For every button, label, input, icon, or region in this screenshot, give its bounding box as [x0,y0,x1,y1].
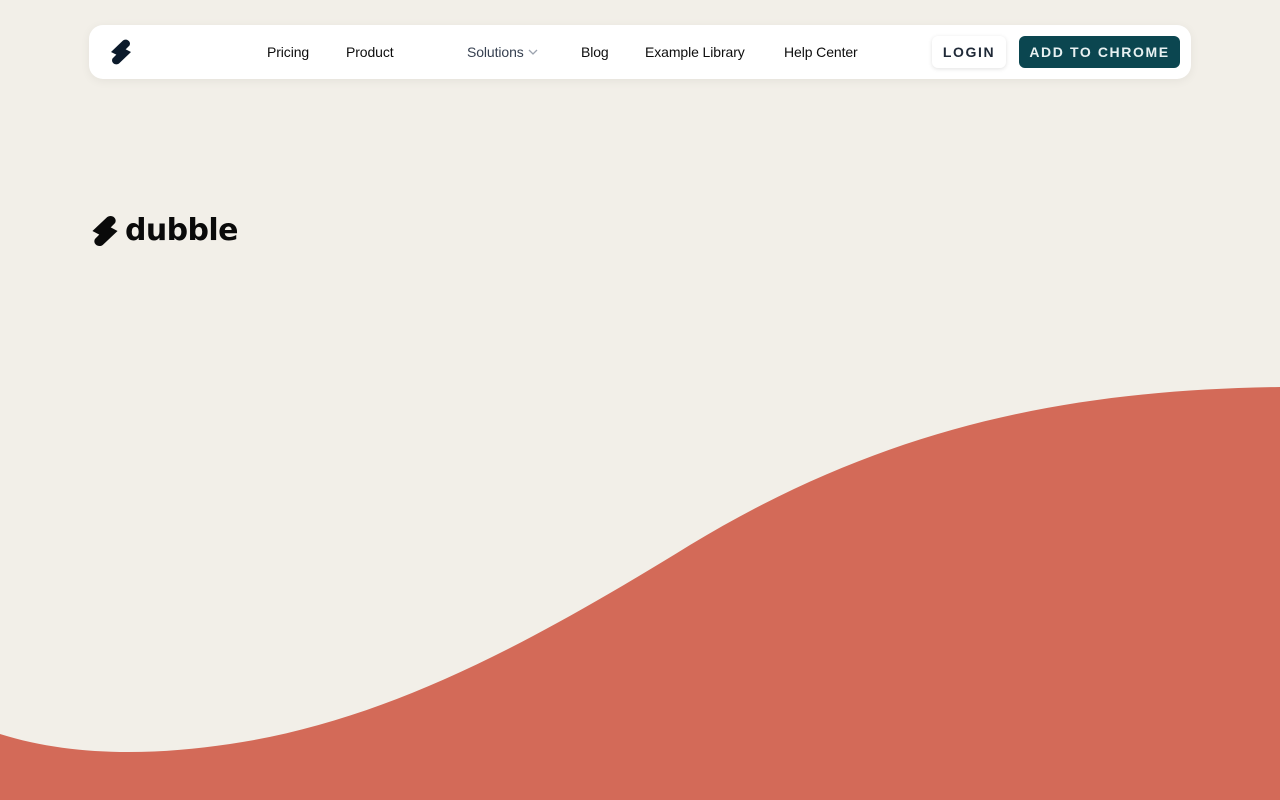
page: Pricing Product Solutions Blog Example L… [0,0,1280,800]
chevron-down-icon [528,49,538,56]
brand-wordmark: dubble [125,213,238,248]
dubble-logo-icon [92,215,118,247]
nav-link-pricing[interactable]: Pricing [267,25,309,79]
dubble-logo-icon[interactable] [108,39,134,65]
nav-link-solutions-label: Solutions [467,44,524,60]
top-navbar: Pricing Product Solutions Blog Example L… [89,25,1191,79]
background-wave [0,387,1280,800]
nav-link-help-center[interactable]: Help Center [784,25,858,79]
nav-link-example-library[interactable]: Example Library [645,25,745,79]
hero-brand-logo: dubble [90,212,238,250]
wave-shape [0,387,1280,800]
nav-link-product[interactable]: Product [346,25,394,79]
nav-link-solutions[interactable]: Solutions [467,25,538,79]
nav-link-blog[interactable]: Blog [581,25,609,79]
add-to-chrome-button[interactable]: ADD TO CHROME [1019,36,1180,68]
login-button[interactable]: LOGIN [932,36,1006,68]
